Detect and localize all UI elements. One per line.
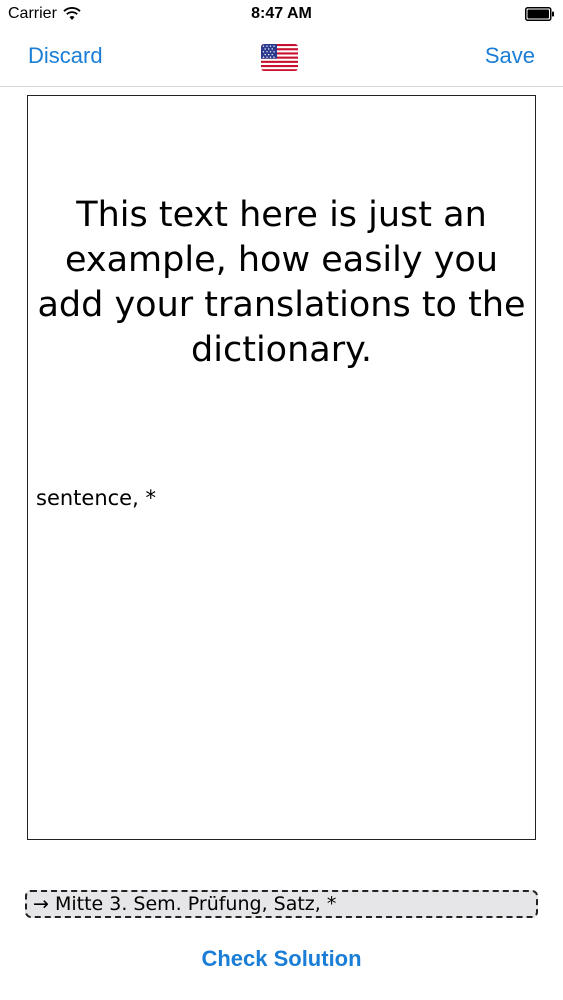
flashcard[interactable]: This text here is just an example, how e…	[27, 95, 536, 840]
card-tags: sentence, *	[36, 486, 156, 510]
save-button[interactable]: Save	[485, 43, 535, 69]
status-time: 8:47 AM	[251, 5, 312, 22]
discard-button[interactable]: Discard	[28, 43, 103, 69]
answer-field[interactable]: → Mitte 3. Sem. Prüfung, Satz, *	[25, 890, 538, 918]
card-text: This text here is just an example, how e…	[37, 195, 526, 370]
check-solution-button[interactable]: Check Solution	[0, 945, 563, 973]
battery-icon	[525, 7, 554, 21]
us-flag-icon[interactable]	[261, 44, 298, 71]
navigation-bar: Discard Save	[0, 30, 563, 87]
status-bar: Carrier 8:47 AM	[0, 0, 563, 30]
